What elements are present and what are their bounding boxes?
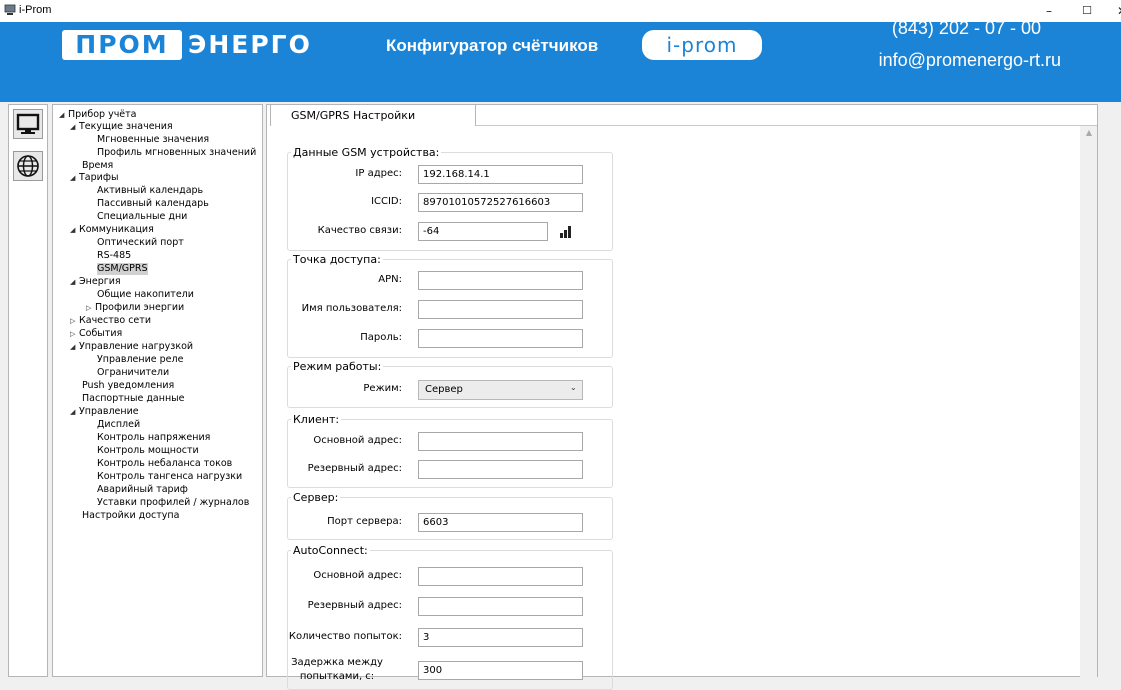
- network-button[interactable]: [13, 151, 43, 181]
- iccid-label: ICCID:: [371, 196, 402, 207]
- password-label: Пароль:: [360, 332, 402, 343]
- tree-item[interactable]: Push уведомления: [82, 380, 174, 392]
- group-title-client: Клиент:: [291, 413, 342, 426]
- left-icon-bar: [8, 104, 48, 677]
- attempt-delay-label: Задержка между попытками, с:: [291, 657, 383, 682]
- tree-item[interactable]: ◢ Прибор учёта: [59, 109, 137, 121]
- client-backup-address-label: Резервный адрес:: [307, 463, 402, 474]
- expand-arrow-icon[interactable]: ▷: [70, 328, 79, 340]
- attempts-count-input[interactable]: 3: [418, 628, 583, 647]
- expand-arrow-icon[interactable]: ◢: [70, 121, 79, 133]
- globe-icon: [17, 155, 39, 177]
- group-title-mode: Режим работы:: [291, 360, 384, 373]
- tree-item[interactable]: ◢ Управление: [70, 406, 139, 418]
- expand-arrow-icon[interactable]: ◢: [70, 341, 79, 353]
- tree-item[interactable]: RS-485: [97, 250, 131, 262]
- autoconnect-backup-address-label: Резервный адрес:: [307, 600, 402, 611]
- tree-item[interactable]: ▷ Качество сети: [70, 315, 151, 327]
- autoconnect-backup-address-input[interactable]: [418, 597, 583, 616]
- app-icon: [4, 4, 16, 15]
- tree-item[interactable]: ◢ Тарифы: [70, 172, 118, 184]
- client-main-address-label: Основной адрес:: [313, 435, 402, 446]
- tree-item[interactable]: Общие накопители: [97, 289, 194, 301]
- mode-label: Режим:: [363, 383, 402, 394]
- tree-item[interactable]: Контроль тангенса нагрузки: [97, 471, 242, 483]
- computer-icon: [16, 113, 40, 134]
- expand-arrow-icon[interactable]: ▷: [70, 315, 79, 327]
- iprom-badge: i-prom: [642, 30, 762, 60]
- username-input[interactable]: [418, 300, 583, 319]
- contact-phone: (843) 202 - 07 - 00: [891, 18, 1041, 38]
- tree-item[interactable]: Уставки профилей / журналов: [97, 497, 249, 509]
- logo-energo: ЭНЕРГО: [188, 30, 312, 59]
- tree-item[interactable]: Аварийный тариф: [97, 484, 188, 496]
- tree-item[interactable]: Ограничители: [97, 367, 169, 379]
- tree-item[interactable]: Мгновенные значения: [97, 134, 209, 146]
- password-input[interactable]: [418, 329, 583, 348]
- tab-gsm-gprs-settings[interactable]: GSM/GPRS Настройки: [270, 104, 476, 126]
- ip-address-label: IP адрес:: [355, 168, 402, 179]
- autoconnect-main-address-input[interactable]: [418, 567, 583, 586]
- contact-email: info@promenergo-rt.ru: [878, 50, 1061, 70]
- signal-quality-label: Качество связи:: [317, 225, 402, 236]
- attempts-count-label: Количество попыток:: [288, 631, 402, 642]
- expand-arrow-icon[interactable]: ◢: [70, 276, 79, 288]
- vertical-scrollbar[interactable]: [1080, 126, 1097, 677]
- group-title-autoconnect: AutoConnect:: [291, 544, 370, 557]
- tree-item[interactable]: Контроль мощности: [97, 445, 199, 457]
- chevron-down-icon[interactable]: ⌄: [570, 383, 577, 392]
- app-title: Конфигуратор счётчиков: [386, 36, 599, 55]
- tree-item-selected[interactable]: GSM/GPRS: [97, 263, 148, 275]
- tree-item[interactable]: ◢ Энергия: [70, 276, 121, 288]
- ip-address-input[interactable]: 192.168.14.1: [418, 165, 583, 184]
- expand-arrow-icon[interactable]: ◢: [70, 224, 79, 236]
- tree-item[interactable]: Специальные дни: [97, 211, 187, 223]
- tree-item[interactable]: Настройки доступа: [82, 510, 179, 522]
- scroll-up-arrow-icon[interactable]: ▲: [1084, 128, 1094, 138]
- expand-arrow-icon[interactable]: ◢: [70, 406, 79, 418]
- tree-item[interactable]: Управление реле: [97, 354, 183, 366]
- username-label: Имя пользователя:: [301, 303, 402, 314]
- client-main-address-input[interactable]: [418, 432, 583, 451]
- apn-input[interactable]: [418, 271, 583, 290]
- attempt-delay-input[interactable]: 300: [418, 661, 583, 680]
- mode-select[interactable]: Сервер: [418, 380, 583, 400]
- tree-item[interactable]: Профиль мгновенных значений: [97, 147, 256, 159]
- tree-item[interactable]: Дисплей: [97, 419, 140, 431]
- tree-item[interactable]: Паспортные данные: [82, 393, 185, 405]
- signal-strength-icon: [560, 226, 572, 238]
- tree-item[interactable]: Активный календарь: [97, 185, 203, 197]
- logo-prom: ПРОМ: [75, 30, 169, 59]
- tree-item[interactable]: ◢ Коммуникация: [70, 224, 154, 236]
- tree-item[interactable]: Оптический порт: [97, 237, 184, 249]
- tree-item[interactable]: Пассивный календарь: [97, 198, 209, 210]
- tree-item[interactable]: ▷ Профили энергии: [86, 302, 184, 314]
- close-button[interactable]: ✕: [1108, 0, 1121, 22]
- tree-item[interactable]: ▷ События: [70, 328, 122, 340]
- group-title-gsm: Данные GSM устройства:: [291, 146, 442, 159]
- window-title: i-Prom: [19, 4, 52, 16]
- group-title-server: Сервер:: [291, 491, 341, 504]
- tree-item[interactable]: Контроль напряжения: [97, 432, 210, 444]
- tree-item[interactable]: Контроль небаланса токов: [97, 458, 232, 470]
- tree-item[interactable]: Время: [82, 160, 113, 172]
- computer-button[interactable]: [13, 109, 43, 139]
- autoconnect-main-address-label: Основной адрес:: [313, 570, 402, 581]
- expand-arrow-icon[interactable]: ▷: [86, 302, 95, 314]
- tree-item[interactable]: ◢ Текущие значения: [70, 121, 173, 133]
- client-backup-address-input[interactable]: [418, 460, 583, 479]
- server-port-label: Порт сервера:: [327, 516, 402, 527]
- signal-quality-input[interactable]: -64: [418, 222, 548, 241]
- iccid-input[interactable]: 89701010572527616603: [418, 193, 583, 212]
- tree-item[interactable]: ◢ Управление нагрузкой: [70, 341, 193, 353]
- apn-label: APN:: [378, 274, 402, 285]
- group-title-access-point: Точка доступа:: [291, 253, 383, 266]
- maximize-button[interactable]: ☐: [1073, 0, 1101, 22]
- tab-divider: [476, 125, 1097, 126]
- expand-arrow-icon[interactable]: ◢: [70, 172, 79, 184]
- expand-arrow-icon[interactable]: ◢: [59, 109, 68, 121]
- server-port-input[interactable]: 6603: [418, 513, 583, 532]
